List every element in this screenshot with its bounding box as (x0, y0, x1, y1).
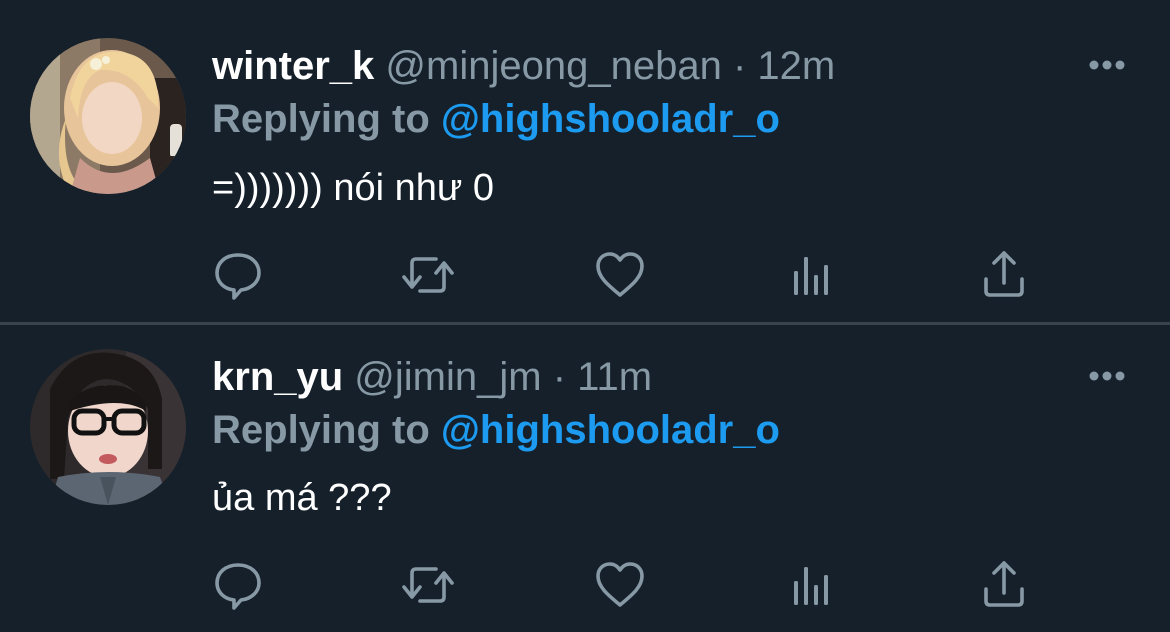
reply-target-link[interactable]: @highshooladr_o (441, 408, 780, 452)
separator-dot: · (732, 44, 747, 88)
reply-button[interactable] (208, 555, 268, 615)
tweet-header: winter_k @minjeong_neban · 12m (212, 38, 835, 94)
share-icon (984, 251, 1024, 297)
retweet-icon (402, 567, 454, 603)
like-icon (596, 252, 644, 297)
retweet-icon (402, 257, 454, 293)
avatar-image (30, 349, 186, 505)
tweet-actions (200, 555, 1080, 615)
user-handle[interactable]: @jimin_jm (354, 355, 541, 399)
replying-to-label: Replying to (212, 408, 430, 452)
replying-to-line: Replying to @highshooladr_o (212, 405, 780, 455)
reply-icon (215, 563, 261, 610)
tweet-actions (200, 245, 1080, 305)
like-button[interactable] (590, 555, 650, 615)
display-name[interactable]: winter_k (212, 44, 374, 88)
share-icon (984, 561, 1024, 607)
display-name[interactable]: krn_yu (212, 355, 343, 399)
analytics-icon (794, 257, 828, 295)
share-button[interactable] (974, 245, 1034, 305)
timeline-feed: winter_k @minjeong_neban · 12m Replying … (0, 0, 1170, 632)
like-button[interactable] (590, 245, 650, 305)
separator-dot: · (552, 355, 567, 399)
analytics-button[interactable] (782, 245, 842, 305)
tweet-timestamp[interactable]: 11m (577, 355, 652, 399)
tweet[interactable]: krn_yu @jimin_jm · 11m Replying to @high… (0, 325, 1170, 632)
reply-target-link[interactable]: @highshooladr_o (441, 97, 780, 141)
avatar[interactable] (30, 349, 186, 505)
replying-to-label: Replying to (212, 97, 430, 141)
retweet-button[interactable] (398, 245, 458, 305)
like-icon (596, 562, 644, 607)
tweet-text: =))))))) nói như 0 (212, 167, 494, 209)
analytics-icon (794, 567, 828, 605)
tweet[interactable]: winter_k @minjeong_neban · 12m Replying … (0, 0, 1170, 323)
share-button[interactable] (974, 555, 1034, 615)
avatar[interactable] (30, 38, 186, 194)
tweet-header: krn_yu @jimin_jm · 11m (212, 349, 652, 405)
more-icon (1089, 60, 1125, 70)
reply-button[interactable] (208, 245, 268, 305)
avatar-image (30, 38, 186, 194)
reply-icon (215, 253, 261, 300)
more-icon (1089, 371, 1125, 381)
more-options-button[interactable] (1080, 361, 1134, 391)
tweet-timestamp[interactable]: 12m (757, 44, 835, 88)
more-options-button[interactable] (1080, 50, 1134, 80)
analytics-button[interactable] (782, 555, 842, 615)
tweet-text: ủa má ??? (212, 477, 392, 519)
user-handle[interactable]: @minjeong_neban (385, 44, 721, 88)
replying-to-line: Replying to @highshooladr_o (212, 94, 780, 144)
retweet-button[interactable] (398, 555, 458, 615)
